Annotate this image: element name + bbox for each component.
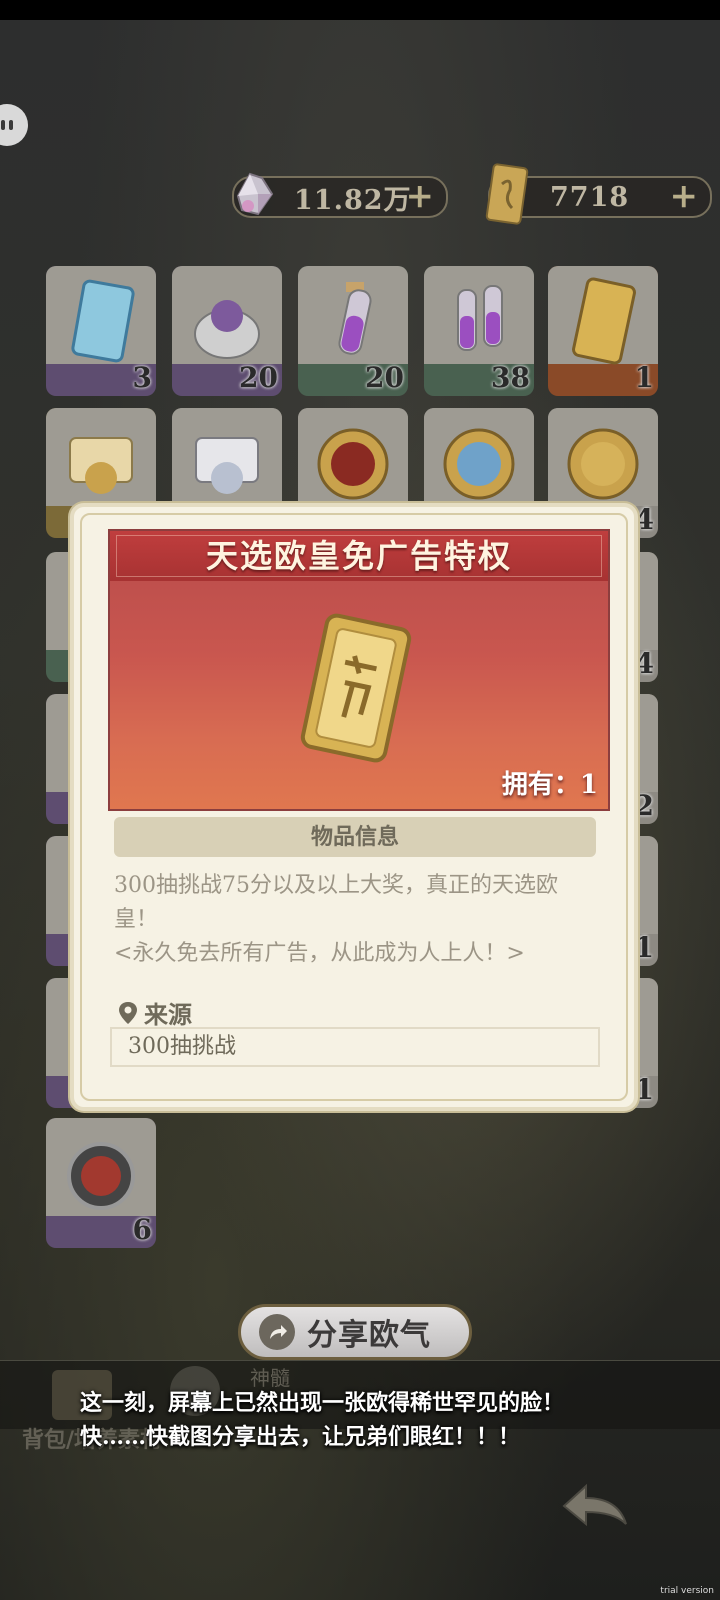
source-label: 来源 [144,1000,192,1029]
owned-count: 拥有：1 [501,770,598,800]
description-line: 皇！ [114,907,159,932]
item-count: 6 [132,1213,152,1246]
share-arrow-icon [259,1314,295,1350]
gold-ticket-icon [485,163,529,225]
add-tickets-button[interactable]: + [670,176,699,216]
info-header: 物品信息 [114,817,596,857]
gem-count: 11.82万 [294,184,412,216]
silver-scroll-icon [195,437,259,494]
description-line: <永久免去所有广告，从此成为人上人！> [114,941,525,966]
potion-vial-icon [338,282,372,355]
item-count: 20 [239,361,278,394]
blue-emblem-icon [443,428,515,500]
ad-free-ticket-gold-icon [572,277,636,365]
ticket-currency-pill: 7718 + [485,163,712,225]
watermark: trial version [660,1586,714,1596]
inventory-slot[interactable]: 1 [548,266,658,396]
toast-line: 快……快截图分享出去，让兄弟们眼红！！！ [80,1424,521,1450]
share-prompt-text: 这一刻，屏幕上已然出现一张欧得稀世罕见的脸！ 快……快截图分享出去，让兄弟们眼红… [80,1386,564,1454]
ad-free-ticket-icon [300,613,412,763]
crystal-icon [236,172,274,216]
item-count: 38 [491,361,530,394]
inventory-slot[interactable]: 38 [424,266,534,396]
description-line: 300抽挑战75分以及以上大奖，真正的天选欧 [114,873,558,898]
share-button-label: 分享欧气 [307,1318,431,1353]
add-gems-button[interactable]: + [406,176,435,216]
potion-pair-icon [457,285,503,351]
share-button[interactable]: 分享欧气 [238,1304,472,1360]
inventory-slot[interactable]: 3 [46,266,156,396]
item-title: 天选欧皇免广告特权 [110,531,608,581]
item-count: 20 [365,361,404,394]
source-header: 来源 [118,995,192,1030]
ad-free-ticket-blue-icon [71,279,135,363]
inventory-slot[interactable]: 20 [298,266,408,396]
ticket-count: 7718 [550,181,630,213]
inventory-slot[interactable]: 20 [172,266,282,396]
red-emblem-icon [317,428,389,500]
gem-currency-pill: 11.82万 + [232,172,448,218]
gold-scroll-icon [69,437,133,494]
item-banner: 天选欧皇免广告特权 拥有：1 [108,529,610,811]
source-item[interactable]: 300抽挑战 [110,1027,600,1067]
inventory-slot[interactable]: 6 [46,1118,156,1248]
item-count: 3 [132,361,152,394]
item-detail-modal: 天选欧皇免广告特权 拥有：1 物品信息 300抽挑战75分以及以上大奖，真正的天… [70,503,638,1111]
item-count: 1 [634,361,654,394]
crystal-egg-icon [194,300,260,359]
item-description: 300抽挑战75分以及以上大奖，真正的天选欧 皇！ <永久免去所有广告，从此成为… [114,869,594,971]
back-arrow-icon[interactable] [556,1476,636,1536]
gold-emblem-icon [567,428,639,500]
toast-line: 这一刻，屏幕上已然出现一张欧得稀世罕见的脸！ [80,1390,565,1416]
character-portrait-icon [67,1142,135,1210]
location-pin-icon [119,1001,137,1024]
status-bar [0,0,720,20]
